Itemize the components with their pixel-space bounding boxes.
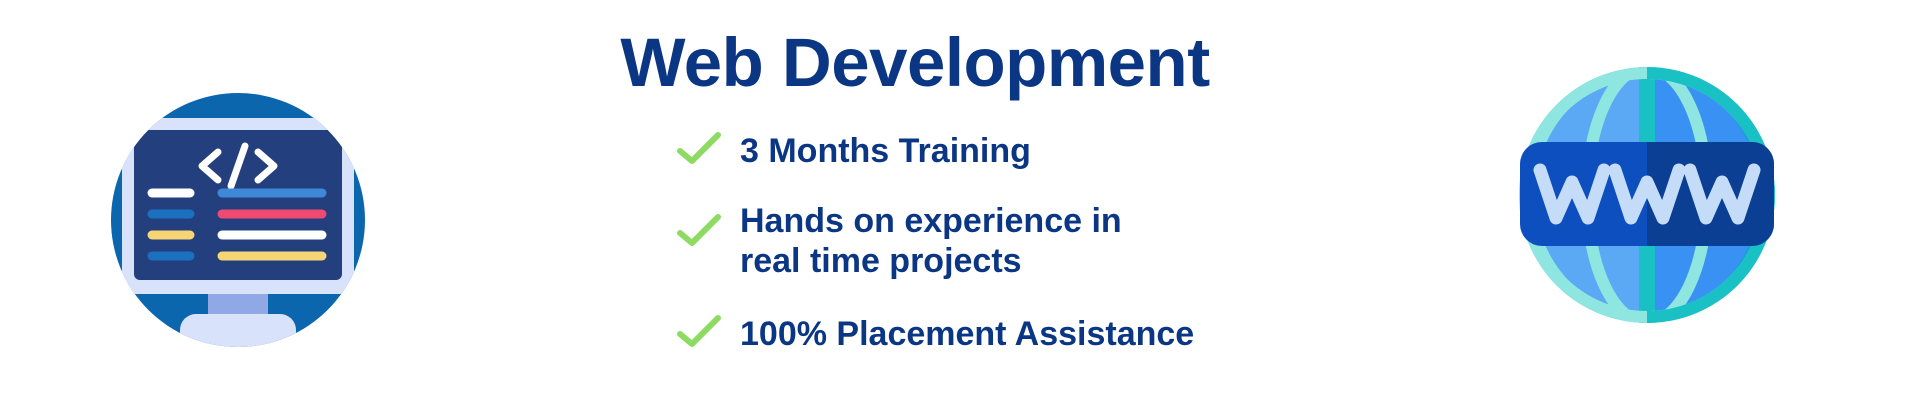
feature-item-placement: 100% Placement Assistance: [676, 314, 1236, 354]
feature-item-training: 3 Months Training: [676, 131, 1236, 171]
code-monitor-icon: [111, 93, 365, 347]
feature-text: Hands on experience in real time project…: [740, 202, 1122, 280]
feature-item-experience: Hands on experience in real time project…: [676, 201, 1126, 281]
www-globe-icon: [1519, 67, 1775, 323]
feature-text: 100% Placement Assistance: [740, 315, 1195, 353]
check-icon: [677, 214, 721, 246]
feature-text: 3 Months Training: [740, 132, 1031, 170]
check-icon: [677, 315, 721, 347]
check-icon: [677, 132, 721, 164]
